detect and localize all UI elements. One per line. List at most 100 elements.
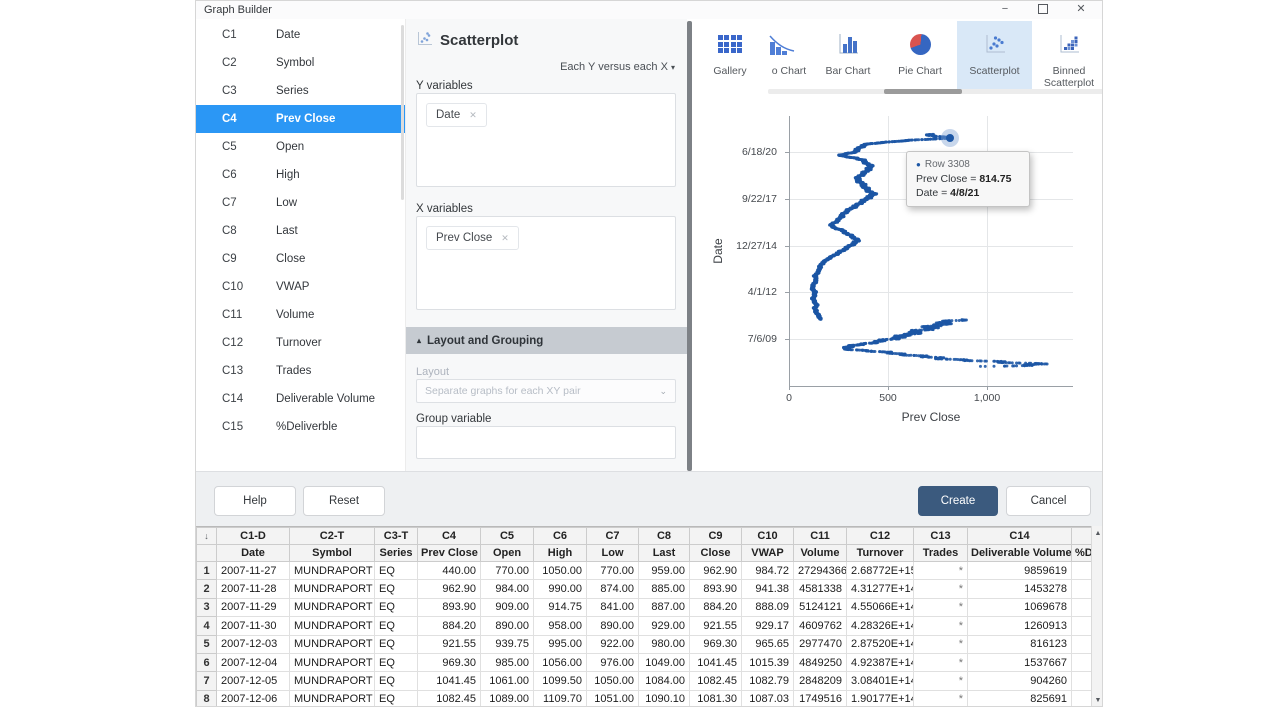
point-tooltip: ●Row 3308Prev Close = 814.75Date = 4/8/2… [906, 151, 1030, 207]
x-tick-label: 0 [759, 392, 819, 404]
y-variables-dropzone[interactable]: Date✕ [416, 93, 676, 187]
table-cell: 1082.45 [690, 672, 742, 690]
y-tick-label: 7/6/09 [693, 333, 777, 345]
column-item-c4[interactable]: C4Prev Close [196, 105, 405, 133]
table-row[interactable]: 82007-12-06MUNDRAPORTEQ1082.451089.00110… [197, 690, 1092, 707]
column-name-header: Symbol [290, 545, 375, 562]
table-cell: EQ [375, 653, 418, 671]
table-cell: 1069678 [968, 598, 1072, 616]
column-item-c12[interactable]: C12Turnover [196, 329, 405, 357]
builder-panel-scrollbar[interactable] [687, 21, 692, 471]
column-item-c15[interactable]: C15%Deliverble [196, 413, 405, 441]
column-item-c6[interactable]: C6High [196, 161, 405, 189]
table-cell: 2007-12-05 [217, 672, 290, 690]
x-tick-label: 1,000 [957, 392, 1017, 404]
column-id: C15 [222, 421, 276, 433]
table-cell: 1050.00 [534, 562, 587, 580]
table-cell: 909.00 [481, 598, 534, 616]
column-item-c10[interactable]: C10VWAP [196, 273, 405, 301]
x-variable-chip-prev-close[interactable]: Prev Close✕ [426, 226, 519, 250]
table-cell: 1015.39 [742, 653, 794, 671]
gallery-scrollbar-thumb[interactable] [884, 89, 962, 94]
x-variables-dropzone[interactable]: Prev Close✕ [416, 216, 676, 310]
minimize-button[interactable]: − [986, 1, 1024, 19]
mode-selector[interactable]: Each Y versus each X ▾ [560, 61, 675, 73]
gallery-item-scatterplot[interactable]: Scatterplot [957, 21, 1032, 91]
chip-remove-icon[interactable]: ✕ [501, 233, 509, 244]
table-cell: 2007-11-27 [217, 562, 290, 580]
column-item-c1[interactable]: C1Date [196, 21, 405, 49]
table-row[interactable]: 32007-11-29MUNDRAPORTEQ893.90909.00914.7… [197, 598, 1092, 616]
restore-button[interactable] [1024, 1, 1062, 19]
table-cell: EQ [375, 617, 418, 635]
table-cell: 2977470 [794, 635, 847, 653]
column-item-c8[interactable]: C8Last [196, 217, 405, 245]
table-cell: MUNDRAPORT [290, 672, 375, 690]
table-row[interactable]: 62007-12-04MUNDRAPORTEQ969.30985.001056.… [197, 653, 1092, 671]
column-item-c5[interactable]: C5Open [196, 133, 405, 161]
gallery-item-bar-chart[interactable]: Bar Chart [813, 21, 883, 91]
table-cell: 1109.70 [534, 690, 587, 707]
layout-dropdown[interactable]: Separate graphs for each XY pair ⌄ [416, 379, 676, 403]
column-item-c14[interactable]: C14Deliverable Volume [196, 385, 405, 413]
y-variable-chip-date[interactable]: Date✕ [426, 103, 487, 127]
gallery-item-gallery[interactable]: Gallery [695, 21, 765, 91]
table-corner-cell[interactable]: ↓ [197, 528, 217, 545]
scroll-up-icon[interactable]: ▲ [1092, 527, 1103, 540]
tooltip-field: Date = 4/8/21 [916, 187, 1020, 199]
table-cell: 990.00 [534, 580, 587, 598]
help-button[interactable]: Help [214, 486, 296, 516]
tooltip-row-label: ●Row 3308 [916, 159, 1020, 170]
columns-list-scrollbar[interactable] [401, 25, 404, 200]
column-item-c9[interactable]: C9Close [196, 245, 405, 273]
table-row[interactable]: 22007-11-28MUNDRAPORTEQ962.90984.00990.0… [197, 580, 1092, 598]
column-id-header: C4 [418, 528, 481, 545]
column-name-header: Date [217, 545, 290, 562]
table-row[interactable]: 42007-11-30MUNDRAPORTEQ884.20890.00958.0… [197, 617, 1092, 635]
close-button[interactable]: ✕ [1062, 1, 1100, 19]
column-item-c11[interactable]: C11Volume [196, 301, 405, 329]
table-row[interactable]: 12007-11-27MUNDRAPORTEQ440.00770.001050.… [197, 562, 1092, 580]
column-name-header: Turnover [847, 545, 914, 562]
column-item-c13[interactable]: C13Trades [196, 357, 405, 385]
column-id: C3 [222, 85, 276, 97]
table-cell: 2007-11-28 [217, 580, 290, 598]
column-item-c7[interactable]: C7Low [196, 189, 405, 217]
gallery-item-binned-scatterplot[interactable]: Binned Scatterplot [1034, 21, 1103, 91]
table-cell: * [914, 635, 968, 653]
table-cell: 980.00 [639, 635, 690, 653]
table-cell: 1041.45 [418, 672, 481, 690]
column-id-header [1072, 528, 1092, 545]
cancel-button[interactable]: Cancel [1006, 486, 1091, 516]
column-id: C2 [222, 57, 276, 69]
chip-remove-icon[interactable]: ✕ [469, 110, 477, 121]
table-cell: 1081.30 [690, 690, 742, 707]
table-cell: 825691 [968, 690, 1072, 707]
column-name: VWAP [276, 281, 309, 293]
x-tick-label: 500 [858, 392, 918, 404]
footer-bar: Help Reset Create Cancel [196, 471, 1103, 526]
table-vertical-scrollbar[interactable]: ▲ ▼ [1091, 526, 1103, 707]
column-name-header: Close [690, 545, 742, 562]
column-name: Last [276, 225, 298, 237]
gallery-item-o-chart[interactable]: o Chart [767, 21, 811, 91]
table-cell: 2.68772E+15 [847, 562, 914, 580]
title-bar[interactable]: Graph Builder − ✕ [196, 1, 1102, 19]
gallery-horizontal-scrollbar[interactable] [768, 89, 1103, 94]
table-row[interactable]: 52007-12-03MUNDRAPORTEQ921.55939.75995.0… [197, 635, 1092, 653]
worksheet-table: ↓C1-DC2-TC3-TC4C5C6C7C8C9C10C11C12C13C14… [196, 527, 1091, 707]
column-id-header: C2-T [290, 528, 375, 545]
reset-button[interactable]: Reset [303, 486, 385, 516]
chart-preview: Date Prev Close ●Row 3308Prev Close = 81… [693, 96, 1103, 471]
gallery-item-pie-chart[interactable]: Pie Chart [885, 21, 955, 91]
column-item-c3[interactable]: C3Series [196, 77, 405, 105]
layout-grouping-section-header[interactable]: ▴ Layout and Grouping [406, 327, 688, 354]
table-cell: * [914, 690, 968, 707]
column-id: C8 [222, 225, 276, 237]
create-button[interactable]: Create [918, 486, 998, 516]
table-row[interactable]: 72007-12-05MUNDRAPORTEQ1041.451061.00109… [197, 672, 1092, 690]
row-number: 2 [197, 580, 217, 598]
group-variable-dropzone[interactable] [416, 426, 676, 459]
column-item-c2[interactable]: C2Symbol [196, 49, 405, 77]
scroll-down-icon[interactable]: ▼ [1092, 694, 1103, 707]
